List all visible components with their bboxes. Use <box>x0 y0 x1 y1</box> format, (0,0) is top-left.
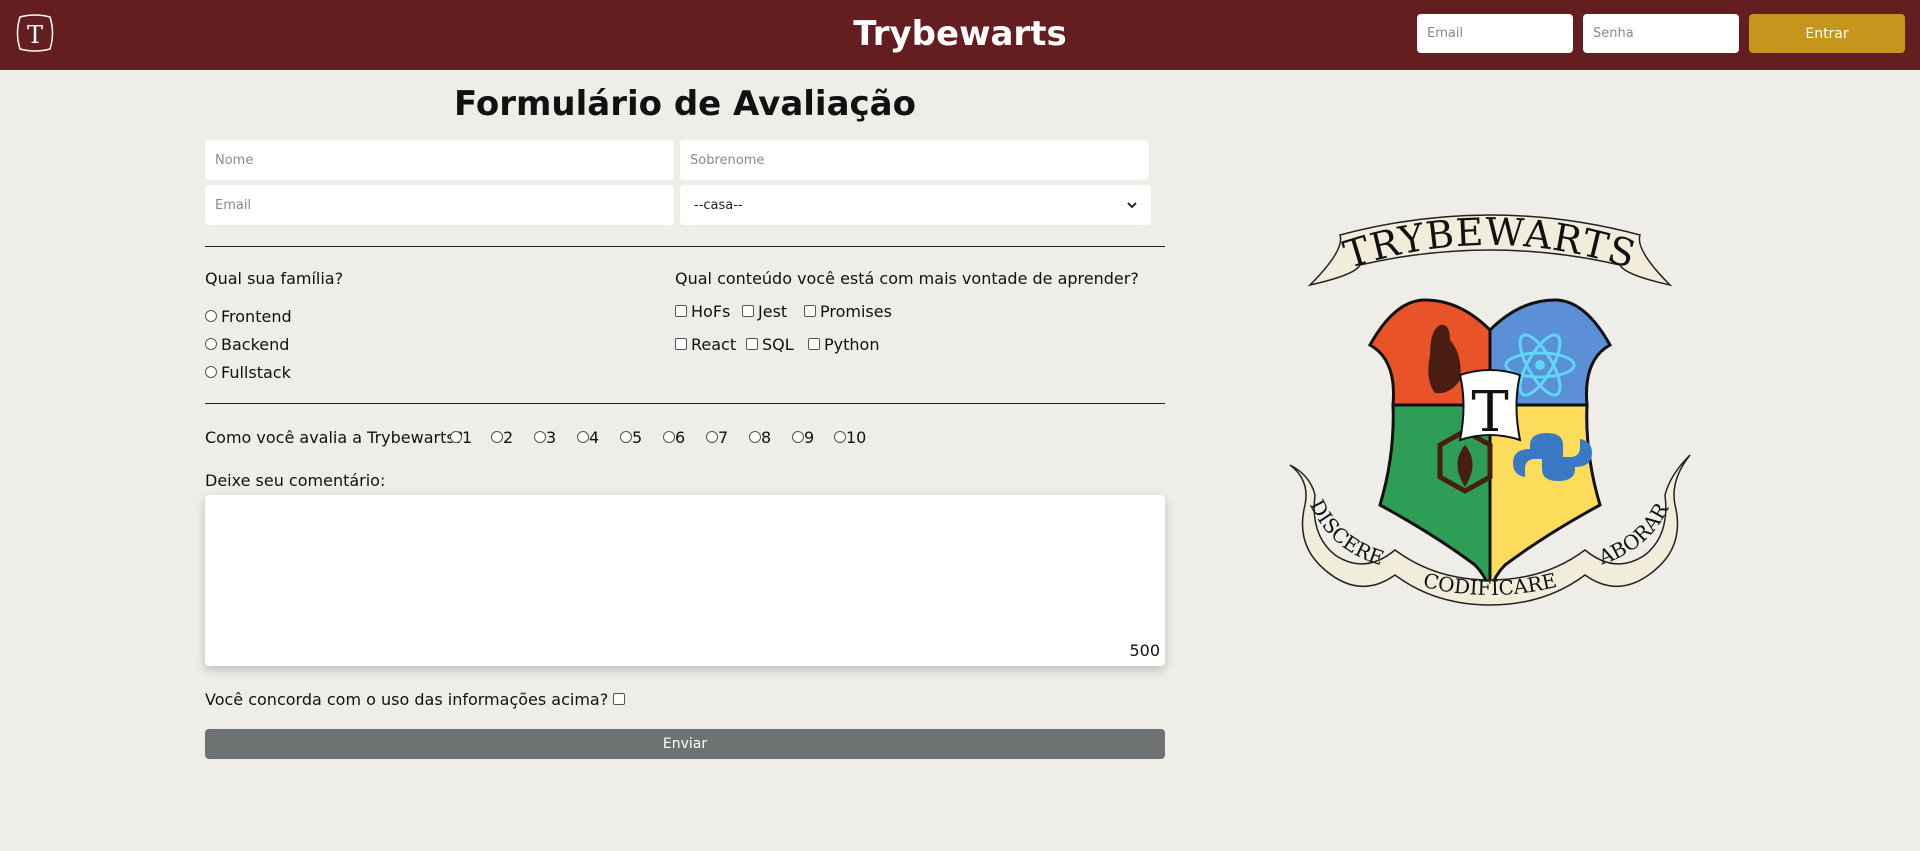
crest-center-letter: T <box>1471 380 1508 445</box>
character-counter: 500 <box>1129 641 1160 660</box>
divider-bottom <box>205 403 1165 404</box>
agreement-label: Você concorda com o uso das informações … <box>205 690 609 709</box>
house-select-value: --casa-- <box>694 197 743 213</box>
top-header: T Trybewarts Entrar <box>0 0 1920 70</box>
agreement-row[interactable]: Você concorda com o uso das informações … <box>205 690 626 709</box>
family-radio[interactable] <box>205 365 217 378</box>
rating-option-6[interactable]: 6 <box>663 428 685 447</box>
rating-radio[interactable] <box>491 430 503 443</box>
form-title: Formulário de Avaliação <box>454 84 916 124</box>
login-email-input[interactable] <box>1417 14 1573 53</box>
rating-radio[interactable] <box>792 430 804 443</box>
family-radio[interactable] <box>205 337 217 350</box>
subject-checkbox[interactable] <box>808 337 820 350</box>
rating-radio[interactable] <box>834 430 846 443</box>
rating-question: Como você avalia a Trybewarts? <box>205 428 464 447</box>
rating-option-9[interactable]: 9 <box>792 428 814 447</box>
family-option-frontend[interactable]: Frontend <box>205 307 292 326</box>
rating-option-7[interactable]: 7 <box>706 428 728 447</box>
subject-option-jest[interactable]: Jest <box>742 302 787 321</box>
rating-radio[interactable] <box>450 430 462 443</box>
family-option-backend[interactable]: Backend <box>205 335 289 354</box>
subject-checkbox[interactable] <box>804 304 816 317</box>
trybewarts-crest-image: TRYBEWARTS T DISCERE CODIFICARE LABORARE <box>1285 205 1691 606</box>
subject-checkbox[interactable] <box>746 337 758 350</box>
rating-radio[interactable] <box>749 430 761 443</box>
subject-checkbox[interactable] <box>742 304 754 317</box>
last-name-input[interactable] <box>680 140 1149 180</box>
rating-radio[interactable] <box>663 430 675 443</box>
rating-radio[interactable] <box>577 430 589 443</box>
rating-radio[interactable] <box>534 430 546 443</box>
rating-radio[interactable] <box>620 430 632 443</box>
crest-banner-text: TRYBEWARTS <box>1339 210 1642 277</box>
chevron-down-icon <box>1127 202 1137 209</box>
rating-option-8[interactable]: 8 <box>749 428 771 447</box>
comment-textarea[interactable]: 500 <box>205 495 1165 666</box>
subject-checkbox[interactable] <box>675 304 687 317</box>
subject-checkbox[interactable] <box>675 337 687 350</box>
agreement-checkbox[interactable] <box>613 692 626 705</box>
rating-option-2[interactable]: 2 <box>491 428 513 447</box>
login-password-input[interactable] <box>1583 14 1739 53</box>
subject-option-python[interactable]: Python <box>808 335 879 354</box>
submit-button[interactable]: Enviar <box>205 729 1165 759</box>
subject-option-sql[interactable]: SQL <box>746 335 794 354</box>
family-radio[interactable] <box>205 309 217 322</box>
subject-option-hofs[interactable]: HoFs <box>675 302 730 321</box>
first-name-input[interactable] <box>205 140 674 180</box>
comment-label: Deixe seu comentário: <box>205 471 386 490</box>
subject-option-promises[interactable]: Promises <box>804 302 892 321</box>
subject-option-react[interactable]: React <box>675 335 736 354</box>
family-option-fullstack[interactable]: Fullstack <box>205 363 291 382</box>
login-button[interactable]: Entrar <box>1749 14 1905 53</box>
rating-option-10[interactable]: 10 <box>834 428 866 447</box>
family-question: Qual sua família? <box>205 269 344 288</box>
rating-option-1[interactable]: 1 <box>450 428 472 447</box>
house-select[interactable]: --casa-- <box>680 185 1151 225</box>
divider-top <box>205 246 1165 247</box>
rating-option-5[interactable]: 5 <box>620 428 642 447</box>
content-question: Qual conteúdo você está com mais vontade… <box>675 269 1139 288</box>
rating-radio[interactable] <box>706 430 718 443</box>
rating-option-4[interactable]: 4 <box>577 428 599 447</box>
email-input[interactable] <box>205 185 674 225</box>
rating-option-3[interactable]: 3 <box>534 428 556 447</box>
